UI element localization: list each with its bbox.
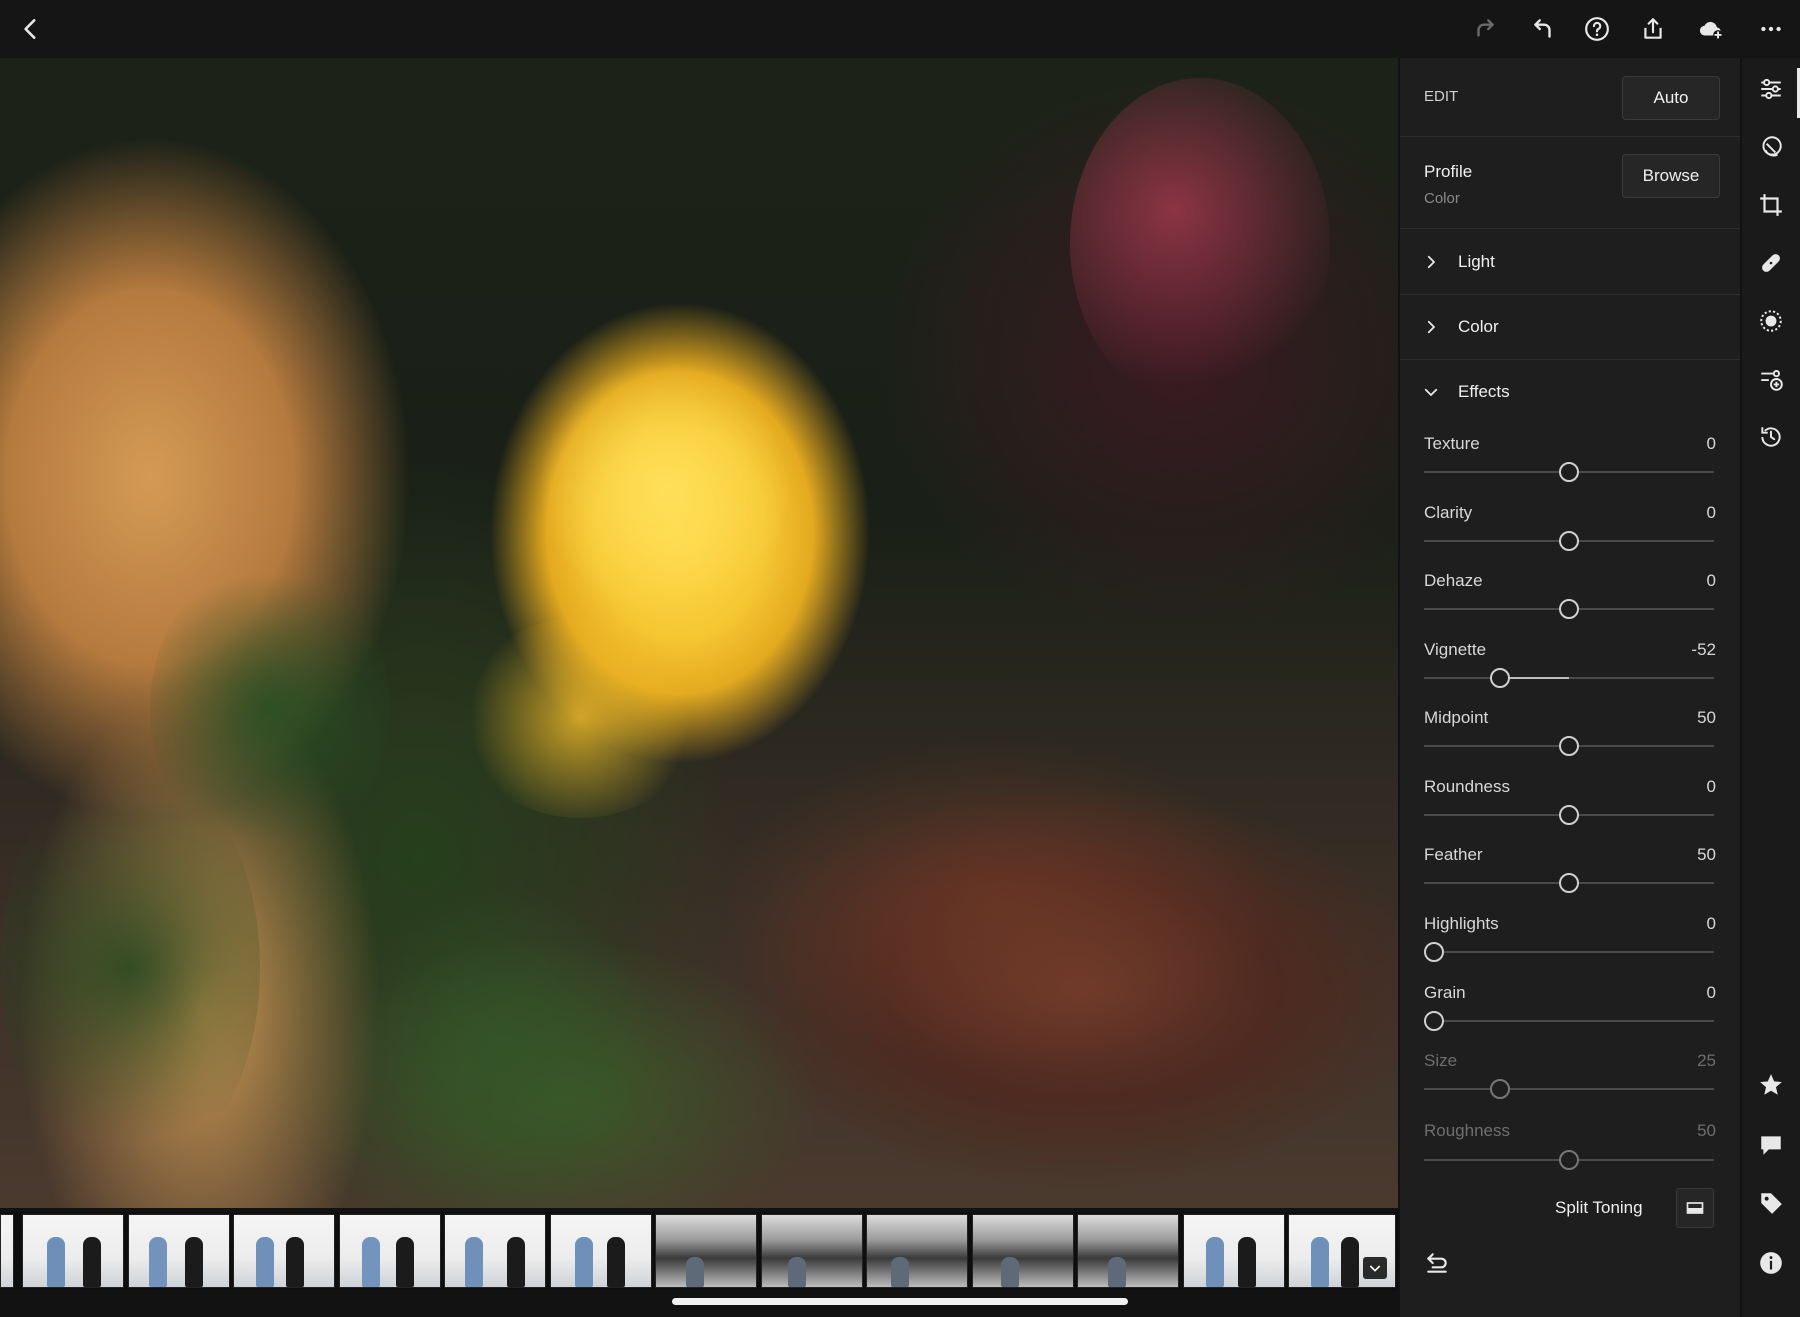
section-light[interactable]: Light bbox=[1422, 252, 1495, 272]
slider-value: 50 bbox=[1697, 708, 1716, 727]
filmstrip-thumbnail[interactable] bbox=[550, 1214, 652, 1288]
edit-header-label: EDIT bbox=[1424, 88, 1459, 105]
filmstrip-thumbnail[interactable] bbox=[444, 1214, 546, 1288]
chevron-down-icon bbox=[1424, 388, 1438, 396]
reset-icon[interactable] bbox=[1424, 1250, 1454, 1280]
filmstrip-thumbnail[interactable] bbox=[761, 1214, 863, 1288]
tool-rail bbox=[1742, 58, 1800, 1317]
divider bbox=[1400, 136, 1740, 137]
filmstrip[interactable] bbox=[0, 1212, 1398, 1290]
slider-value: 50 bbox=[1697, 1121, 1716, 1140]
divider bbox=[1400, 228, 1740, 229]
section-effects[interactable]: Effects bbox=[1422, 382, 1510, 402]
tag-icon[interactable] bbox=[1756, 1188, 1786, 1218]
slider-label: Dehaze bbox=[1424, 571, 1483, 590]
filmstrip-thumbnail[interactable] bbox=[128, 1214, 230, 1288]
selected-check-icon bbox=[1363, 1257, 1387, 1279]
profile-title: Profile bbox=[1424, 162, 1473, 181]
slider-value: 25 bbox=[1697, 1051, 1716, 1070]
filmstrip-thumbnail[interactable] bbox=[1183, 1214, 1285, 1288]
section-effects-label: Effects bbox=[1458, 382, 1510, 401]
slider-knob[interactable] bbox=[1424, 942, 1444, 962]
crop-icon[interactable] bbox=[1756, 190, 1786, 220]
slider-knob[interactable] bbox=[1559, 531, 1579, 551]
info-icon[interactable] bbox=[1756, 1248, 1786, 1278]
chevron-right-icon bbox=[1427, 255, 1435, 269]
undo-icon[interactable] bbox=[1524, 10, 1562, 48]
divider bbox=[1400, 359, 1740, 360]
redo-icon[interactable] bbox=[1466, 10, 1504, 48]
top-toolbar bbox=[0, 0, 1800, 58]
slider-label: Texture bbox=[1424, 434, 1480, 453]
slider-value: 0 bbox=[1706, 983, 1716, 1002]
divider bbox=[1400, 294, 1740, 295]
filmstrip-thumbnail[interactable] bbox=[233, 1214, 335, 1288]
selective-icon[interactable] bbox=[1756, 364, 1786, 394]
slider-track bbox=[1424, 1088, 1714, 1090]
more-icon[interactable] bbox=[1752, 10, 1790, 48]
section-color-label: Color bbox=[1458, 317, 1499, 336]
slider-value: 0 bbox=[1706, 914, 1716, 933]
slider-knob[interactable] bbox=[1490, 668, 1510, 688]
slider-label: Size bbox=[1424, 1051, 1458, 1070]
slider-knob[interactable] bbox=[1559, 736, 1579, 756]
section-light-label: Light bbox=[1458, 252, 1495, 271]
slider-knob bbox=[1490, 1079, 1510, 1099]
versions-icon[interactable] bbox=[1756, 422, 1786, 452]
slider-knob[interactable] bbox=[1559, 873, 1579, 893]
presets-icon[interactable] bbox=[1756, 132, 1786, 162]
photo-canvas[interactable] bbox=[0, 58, 1398, 1208]
slider-knob bbox=[1559, 1150, 1579, 1170]
filmstrip-thumbnail[interactable] bbox=[972, 1214, 1074, 1288]
slider-track[interactable] bbox=[1424, 677, 1714, 679]
slider-label: Midpoint bbox=[1424, 708, 1489, 727]
auto-button[interactable]: Auto bbox=[1622, 76, 1720, 120]
section-color[interactable]: Color bbox=[1422, 317, 1499, 337]
filmstrip-thumbnail[interactable] bbox=[339, 1214, 441, 1288]
slider-knob[interactable] bbox=[1424, 1011, 1444, 1031]
slider-track[interactable] bbox=[1424, 1020, 1714, 1022]
cloud-add-icon[interactable] bbox=[1692, 10, 1730, 48]
split-toning-button[interactable] bbox=[1676, 1188, 1714, 1228]
slider-knob[interactable] bbox=[1559, 805, 1579, 825]
slider-value: 50 bbox=[1697, 845, 1716, 864]
filmstrip-thumbnail[interactable] bbox=[866, 1214, 968, 1288]
filmstrip-thumbnail[interactable] bbox=[655, 1214, 757, 1288]
slider-label: Vignette bbox=[1424, 640, 1487, 659]
split-toning-icon bbox=[1686, 1202, 1704, 1214]
slider-value: 0 bbox=[1706, 434, 1716, 453]
filmstrip-thumbnail[interactable] bbox=[1077, 1214, 1179, 1288]
edit-sliders-icon[interactable] bbox=[1756, 74, 1786, 104]
slider-label: Highlights bbox=[1424, 914, 1499, 933]
slider-label: Roughness bbox=[1424, 1121, 1511, 1140]
comment-icon[interactable] bbox=[1756, 1130, 1786, 1160]
slider-label: Roundness bbox=[1424, 777, 1511, 796]
share-icon[interactable] bbox=[1634, 10, 1672, 48]
slider-value: 0 bbox=[1706, 503, 1716, 522]
home-indicator bbox=[672, 1298, 1128, 1305]
slider-knob[interactable] bbox=[1559, 599, 1579, 619]
filmstrip-thumbnail-selected[interactable] bbox=[1288, 1214, 1396, 1288]
help-icon[interactable] bbox=[1578, 10, 1616, 48]
profile-value: Color bbox=[1424, 190, 1460, 207]
slider-value: 0 bbox=[1706, 777, 1716, 796]
slider-track[interactable] bbox=[1424, 951, 1714, 953]
slider-value: -52 bbox=[1691, 640, 1716, 659]
slider-label: Grain bbox=[1424, 983, 1466, 1002]
slider-value: 0 bbox=[1706, 571, 1716, 590]
split-toning-label[interactable]: Split Toning bbox=[1555, 1198, 1643, 1218]
slider-label: Clarity bbox=[1424, 503, 1473, 522]
masking-icon[interactable] bbox=[1756, 306, 1786, 336]
healing-icon[interactable] bbox=[1756, 248, 1786, 278]
slider-label: Feather bbox=[1424, 845, 1483, 864]
back-icon[interactable] bbox=[12, 10, 50, 48]
chevron-right-icon bbox=[1427, 320, 1435, 334]
filmstrip-thumbnail[interactable] bbox=[0, 1214, 14, 1288]
browse-button[interactable]: Browse bbox=[1622, 154, 1720, 198]
filmstrip-thumbnail[interactable] bbox=[22, 1214, 124, 1288]
star-icon[interactable] bbox=[1756, 1070, 1786, 1100]
slider-knob[interactable] bbox=[1559, 462, 1579, 482]
edit-panel: EDIT Auto Profile Color Browse Light Col… bbox=[1400, 58, 1740, 1317]
